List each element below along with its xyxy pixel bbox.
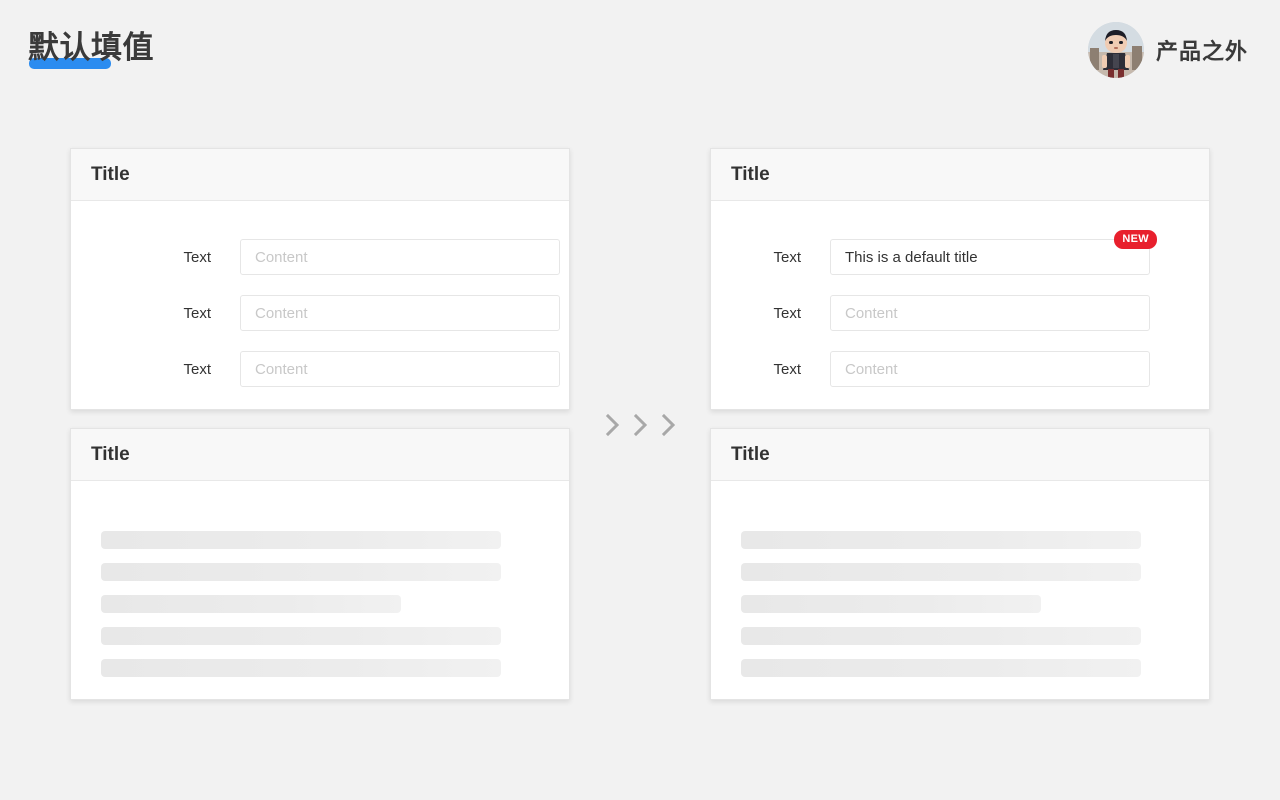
field-label: Text	[773, 360, 801, 378]
field-label: Text	[773, 248, 801, 266]
card-filled-form: Title Text This is a default title NEW T…	[710, 148, 1210, 410]
card-header: Title	[71, 149, 569, 201]
card-body: Text Content Text Content Text Content	[71, 201, 569, 409]
brand-name: 产品之外	[1155, 39, 1248, 64]
input-placeholder: Content	[255, 304, 308, 322]
card-body: Text This is a default title NEW Text Co…	[711, 201, 1209, 409]
content-input-1[interactable]: Content	[240, 239, 560, 275]
skeleton-bar	[741, 659, 1141, 677]
chevron-right-icon	[605, 413, 620, 437]
brand: 产品之外	[1087, 22, 1248, 78]
content-input-2[interactable]: Content	[830, 295, 1150, 331]
card-header: Title	[711, 149, 1209, 201]
skeleton-bar	[101, 531, 501, 549]
form-row: Text This is a default title NEW	[711, 230, 1209, 275]
card-body	[71, 481, 569, 699]
card-title: Title	[91, 444, 130, 465]
card-title: Title	[731, 444, 770, 465]
skeleton-bar	[741, 531, 1141, 549]
field-label: Text	[183, 304, 211, 322]
card-empty-form: Title Text Content Text Content Text Con…	[70, 148, 570, 410]
avatar-character-icon	[1087, 22, 1144, 78]
skeleton-list	[101, 531, 501, 691]
card-title: Title	[731, 164, 770, 185]
flow-arrows	[603, 410, 679, 440]
page-title-wrapper: 默认填值	[28, 28, 154, 69]
card-empty-skeleton: Title	[70, 428, 570, 700]
content-input-2[interactable]: Content	[240, 295, 560, 331]
input-placeholder: Content	[255, 360, 308, 378]
field-label: Text	[183, 248, 211, 266]
form-row: Text Content	[711, 351, 1209, 387]
content-input-3[interactable]: Content	[240, 351, 560, 387]
page-title: 默认填值	[28, 30, 154, 65]
card-header: Title	[71, 429, 569, 481]
input-placeholder: Content	[845, 360, 898, 378]
new-badge: NEW	[1114, 230, 1157, 249]
skeleton-bar	[101, 659, 501, 677]
default-title-input[interactable]: This is a default title NEW	[830, 230, 1157, 275]
chevron-right-icon	[661, 413, 676, 437]
input-value: This is a default title	[845, 248, 978, 266]
skeleton-bar	[101, 563, 501, 581]
avatar	[1087, 22, 1144, 78]
skeleton-bar	[741, 595, 1041, 613]
form-row: Text Content	[711, 295, 1209, 331]
skeleton-bar	[741, 627, 1141, 645]
card-body	[711, 481, 1209, 699]
skeleton-list	[741, 531, 1141, 691]
form-row: Text Content	[71, 239, 569, 275]
skeleton-bar	[741, 563, 1141, 581]
card-header: Title	[711, 429, 1209, 481]
card-title: Title	[91, 164, 130, 185]
field-label: Text	[773, 304, 801, 322]
card-filled-skeleton: Title	[710, 428, 1210, 700]
input-placeholder: Content	[255, 248, 308, 266]
page-header: 默认填值 产品之外	[0, 0, 1280, 104]
form-row: Text Content	[71, 295, 569, 331]
content-input-3[interactable]: Content	[830, 351, 1150, 387]
form-row: Text Content	[71, 351, 569, 387]
input-placeholder: Content	[845, 304, 898, 322]
chevron-right-icon	[633, 413, 648, 437]
field-label: Text	[183, 360, 211, 378]
skeleton-bar	[101, 595, 401, 613]
skeleton-bar	[101, 627, 501, 645]
